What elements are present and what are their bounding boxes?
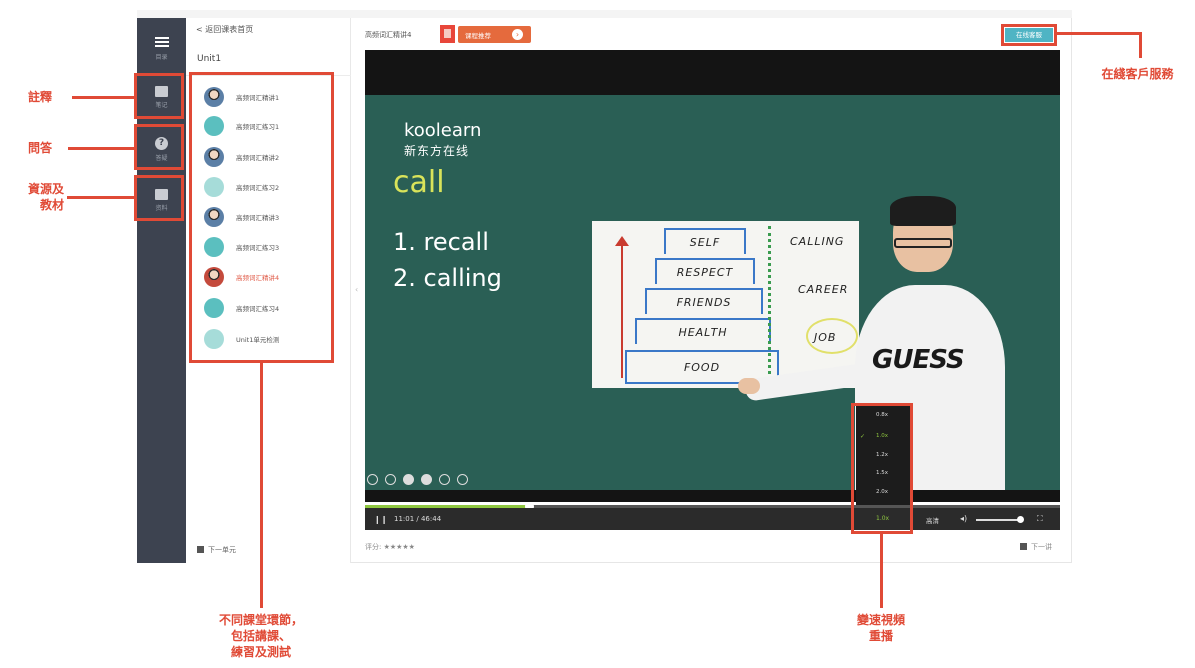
time-display: 11:01 / 46:44 [394, 515, 442, 523]
next-unit-link[interactable]: 下一单元 [197, 545, 236, 555]
up-arrow-icon [615, 236, 629, 246]
next-lesson-label: 下一讲 [1031, 543, 1052, 551]
pyramid-level: FRIENDS [645, 288, 763, 314]
top-strip [137, 10, 1072, 18]
resources-leader-line [67, 196, 134, 199]
service-annotation: 在綫客戶服務 [1101, 67, 1174, 81]
job-circle [806, 318, 858, 354]
pen-icon[interactable] [403, 474, 414, 485]
notes-annotation: 註釋 [27, 90, 52, 104]
koolearn-logo: koolearn [404, 120, 482, 141]
recommend-label: 课程推荐 [465, 31, 491, 40]
speed-annotation: 變速視頻 重播 [856, 613, 905, 643]
lessons-annotation: 不同課堂環節， 包括講課、 練習及測試 [218, 613, 303, 659]
qa-highlight-box [134, 124, 184, 170]
resources-highlight-box [134, 175, 184, 221]
volume-handle[interactable] [1017, 516, 1024, 523]
menu-icon [154, 35, 169, 49]
more-icon[interactable] [439, 474, 450, 485]
slide-point-2: 2. calling [393, 264, 502, 292]
slide-tools [367, 474, 468, 485]
pyramid-level: HEALTH [635, 318, 771, 344]
pyramid-level: SELF [664, 228, 746, 254]
bookmark-inner [444, 29, 451, 38]
video-top-band [365, 50, 1060, 95]
up-arrow-line [621, 240, 623, 378]
next-icon [197, 546, 204, 553]
right-word: CAREER [798, 283, 849, 296]
presenter-hair [890, 196, 956, 226]
volume-slider[interactable] [976, 519, 1020, 521]
settings-icon[interactable] [457, 474, 468, 485]
speed-leader-line [880, 534, 883, 608]
pyramid-level: RESPECT [655, 258, 755, 284]
lessons-leader-line [260, 363, 263, 608]
next-lesson-link[interactable]: 下一讲 [1020, 542, 1052, 552]
back-link[interactable]: < 返回课表首页 [196, 24, 253, 35]
resources-annotation: 資源及 教材 [27, 182, 64, 212]
notes-highlight-box [134, 73, 184, 119]
slide-point-1: 1. recall [393, 228, 489, 256]
recommend-button[interactable]: 课程推荐 › [458, 26, 531, 43]
presenter-hand [738, 378, 760, 394]
notes-leader-line [72, 96, 134, 99]
next-icon[interactable] [385, 474, 396, 485]
lessons-highlight-box [189, 72, 334, 363]
shirt-logo: GUESS [872, 345, 965, 375]
pause-icon[interactable]: ❙❙ [374, 515, 387, 524]
nav-menu[interactable]: 目录 [137, 26, 186, 70]
service-leader-line-v [1139, 32, 1142, 58]
prev-icon[interactable] [367, 474, 378, 485]
koolearn-logo-cn: 新东方在线 [404, 144, 470, 158]
presenter-glasses [894, 238, 952, 248]
speed-highlight-box [851, 403, 913, 534]
next-unit-label: 下一单元 [208, 546, 236, 554]
right-word: CALLING [790, 235, 845, 248]
nav-menu-label: 目录 [155, 54, 168, 61]
lesson-title-header: 高频词汇精讲4 [365, 31, 412, 39]
collapse-arrow-icon[interactable]: ‹ [355, 285, 358, 294]
next-icon [1020, 543, 1027, 550]
slide-word: call [393, 165, 445, 200]
service-highlight-box [1001, 24, 1057, 46]
fullscreen-icon[interactable]: ⛶ [1037, 514, 1043, 524]
arrow-right-icon: › [512, 29, 523, 40]
volume-icon[interactable]: ◂) [960, 514, 967, 523]
quality-button[interactable]: 高清 [926, 515, 939, 525]
service-leader-line-h [1057, 32, 1141, 35]
qa-annotation: 問答 [27, 141, 52, 155]
control-bar [365, 508, 1060, 530]
wave-line [768, 226, 788, 381]
video-bottom-band [365, 490, 1060, 502]
eraser-icon[interactable] [421, 474, 432, 485]
rating[interactable]: 评分: ★★★★★ [365, 542, 415, 552]
qa-leader-line [68, 147, 134, 150]
unit-title: Unit1 [197, 54, 222, 64]
